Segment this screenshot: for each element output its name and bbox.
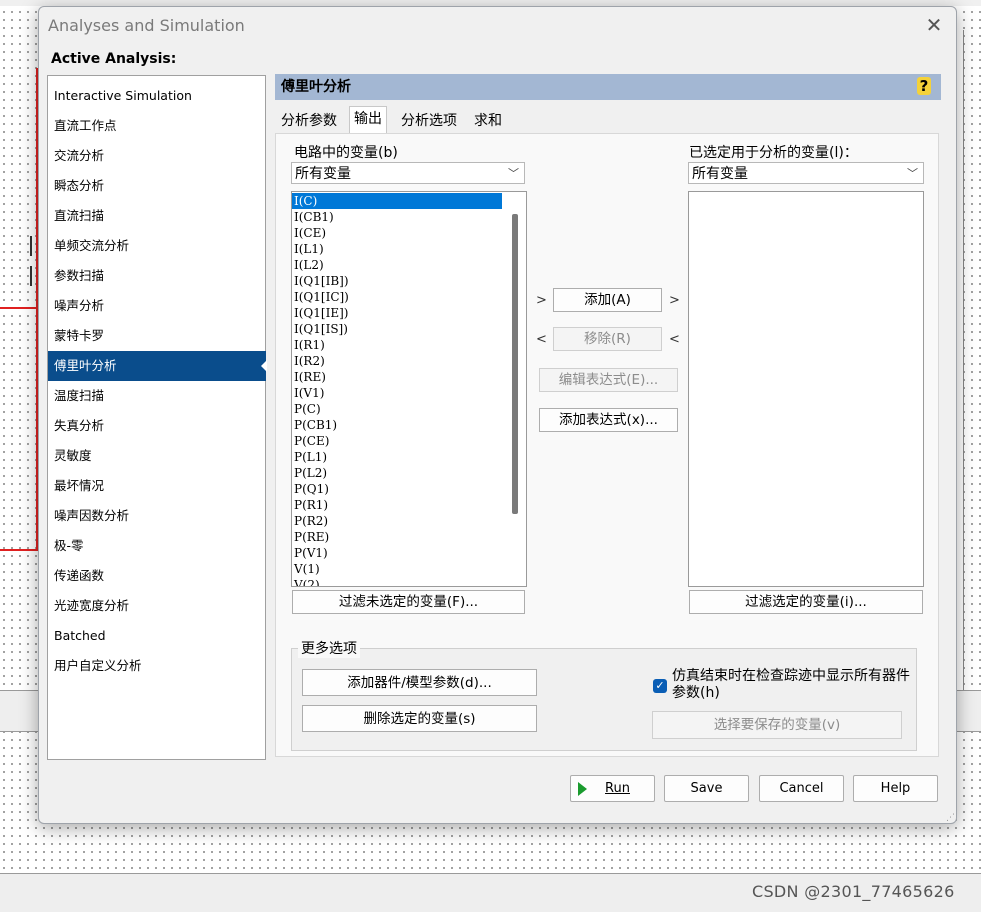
analysis-header: 傅里叶分析 ? [275,74,941,100]
tab-analysis-params[interactable]: 分析参数 [277,109,341,133]
selected-variables-list[interactable] [688,191,924,587]
dialog-title: Analyses and Simulation [48,16,245,35]
arrow-left-icon: < [536,332,547,347]
show-params-label: 仿真结束时在检查踪迹中显示所有器件参数(h) [672,668,910,701]
arrow-right-icon: > [669,293,680,308]
variable-item[interactable]: I(C) [292,193,502,209]
variable-item[interactable]: P(CB1) [292,417,502,433]
chevron-down-icon: ﹀ [907,167,918,180]
circuit-vars-filter-dropdown[interactable]: 所有变量 ﹀ [291,162,525,184]
analysis-header-title: 傅里叶分析 [281,79,351,95]
variable-item[interactable]: P(CE) [292,433,502,449]
add-device-model-params-button[interactable]: 添加器件/模型参数(d)... [302,669,537,696]
filter-unselected-button[interactable]: 过滤未选定的变量(F)... [292,590,525,614]
variable-item[interactable]: I(L2) [292,257,502,273]
analysis-item[interactable]: 噪声因数分析 [48,501,265,531]
variable-item[interactable]: I(Q1[IE]) [292,305,502,321]
chevron-down-icon: ﹀ [508,167,519,180]
cancel-button[interactable]: Cancel [759,775,844,802]
schematic-wire [0,307,38,309]
variable-item[interactable]: P(R1) [292,497,502,513]
variable-item[interactable]: I(R1) [292,337,502,353]
selected-vars-filter-value: 所有变量 [692,166,748,182]
variable-item[interactable]: I(R2) [292,353,502,369]
analysis-item[interactable]: Batched [48,621,265,651]
analysis-item[interactable]: 失真分析 [48,411,265,441]
analysis-item[interactable]: 最坏情况 [48,471,265,501]
variable-item[interactable]: I(L1) [292,241,502,257]
schematic-border [963,30,964,690]
tab-analysis-options[interactable]: 分析选项 [397,109,461,133]
selected-vars-filter-dropdown[interactable]: 所有变量 ﹀ [688,162,924,184]
edit-expression-button[interactable]: 编辑表达式(E)... [539,368,678,392]
analysis-item[interactable]: 噪声分析 [48,291,265,321]
run-label: Run [605,781,630,796]
variable-item[interactable]: I(Q1[IS]) [292,321,502,337]
analysis-item[interactable]: 灵敏度 [48,441,265,471]
select-vars-to-save-button[interactable]: 选择要保存的变量(v) [652,711,902,739]
analysis-list: Interactive Simulation 直流工作点 交流分析 瞬态分析 直流扫描单… [47,75,267,760]
variable-item[interactable]: I(Q1[IB]) [292,273,502,289]
arrow-right-icon: > [536,293,547,308]
delete-selected-vars-button[interactable]: 删除选定的变量(s) [302,705,537,732]
analysis-item[interactable]: 瞬态分析 [48,171,265,201]
variable-item[interactable]: P(Q1) [292,481,502,497]
variable-item[interactable]: P(L1) [292,449,502,465]
add-button[interactable]: 添加(A) [553,288,662,312]
variable-item[interactable]: P(RE) [292,529,502,545]
active-analysis-label: Active Analysis: [51,51,177,67]
arrow-left-icon: < [669,332,680,347]
analysis-item[interactable]: 参数扫描 [48,261,265,291]
variable-item[interactable]: I(V1) [292,385,502,401]
show-params-checkbox[interactable]: ✓ [653,679,667,693]
analysis-item[interactable]: Interactive Simulation [48,81,265,111]
analysis-item[interactable]: 傅里叶分析 [48,351,267,381]
run-button[interactable]: Run [570,775,655,802]
circuit-vars-filter-value: 所有变量 [295,166,351,182]
more-options-group: 添加器件/模型参数(d)... 删除选定的变量(s) ✓ 仿真结束时在检查踪迹中… [291,648,917,751]
analysis-item[interactable]: 单频交流分析 [48,231,265,261]
analysis-item[interactable]: 温度扫描 [48,381,265,411]
schematic-wire [0,549,38,551]
watermark: CSDN @2301_77465626 [752,882,955,901]
variable-item[interactable]: P(R2) [292,513,502,529]
analysis-item[interactable]: 传递函数 [48,561,265,591]
variable-item[interactable]: I(Q1[IC]) [292,289,502,305]
question-mark-icon[interactable]: ? [917,77,931,95]
circuit-variables-list[interactable]: I(C) I(CB1) I(CE) I(L1) I(L2) I(Q1[IB]) I(Q1[I… [291,191,527,587]
play-icon [578,782,587,796]
variable-item[interactable]: V(1) [292,561,502,577]
analyses-simulation-dialog: Analyses and Simulation ✕ Active Analysi… [38,6,957,824]
tab-output[interactable]: 输出 [349,106,387,134]
resize-grip-icon[interactable]: ⋰ [946,814,955,823]
analysis-item[interactable]: 蒙特卡罗 [48,321,265,351]
variable-item[interactable]: I(CE) [292,225,502,241]
analysis-item[interactable]: 光迹宽度分析 [48,591,265,621]
variable-item[interactable]: I(RE) [292,369,502,385]
list-scrollbar-thumb[interactable] [512,214,518,514]
save-button[interactable]: Save [664,775,749,802]
add-expression-button[interactable]: 添加表达式(x)... [539,408,678,432]
variable-item[interactable]: V(2) [292,577,502,586]
more-options-label: 更多选项 [298,638,360,658]
analysis-item[interactable]: 极-零 [48,531,265,561]
filter-selected-button[interactable]: 过滤选定的变量(i)... [689,590,923,614]
variable-item[interactable]: P(V1) [292,545,502,561]
selected-vars-label: 已选定用于分析的变量(l)： [689,145,858,161]
variable-item[interactable]: P(C) [292,401,502,417]
analysis-item[interactable]: 用户自定义分析 [48,651,265,681]
analysis-item[interactable]: 直流扫描 [48,201,265,231]
circuit-vars-label: 电路中的变量(b) [294,145,398,161]
tab-summary[interactable]: 求和 [470,109,506,133]
close-icon[interactable]: ✕ [922,13,946,37]
analysis-item[interactable]: 交流分析 [48,141,265,171]
help-button[interactable]: Help [853,775,938,802]
variable-item[interactable]: P(L2) [292,465,502,481]
output-panel: 电路中的变量(b) 所有变量 ﹀ I(C) I(CB1) I(CE) I(L1) I(L… [275,133,939,757]
analysis-item[interactable]: 直流工作点 [48,111,265,141]
variable-item[interactable]: I(CB1) [292,209,502,225]
remove-button[interactable]: 移除(R) [553,327,662,351]
